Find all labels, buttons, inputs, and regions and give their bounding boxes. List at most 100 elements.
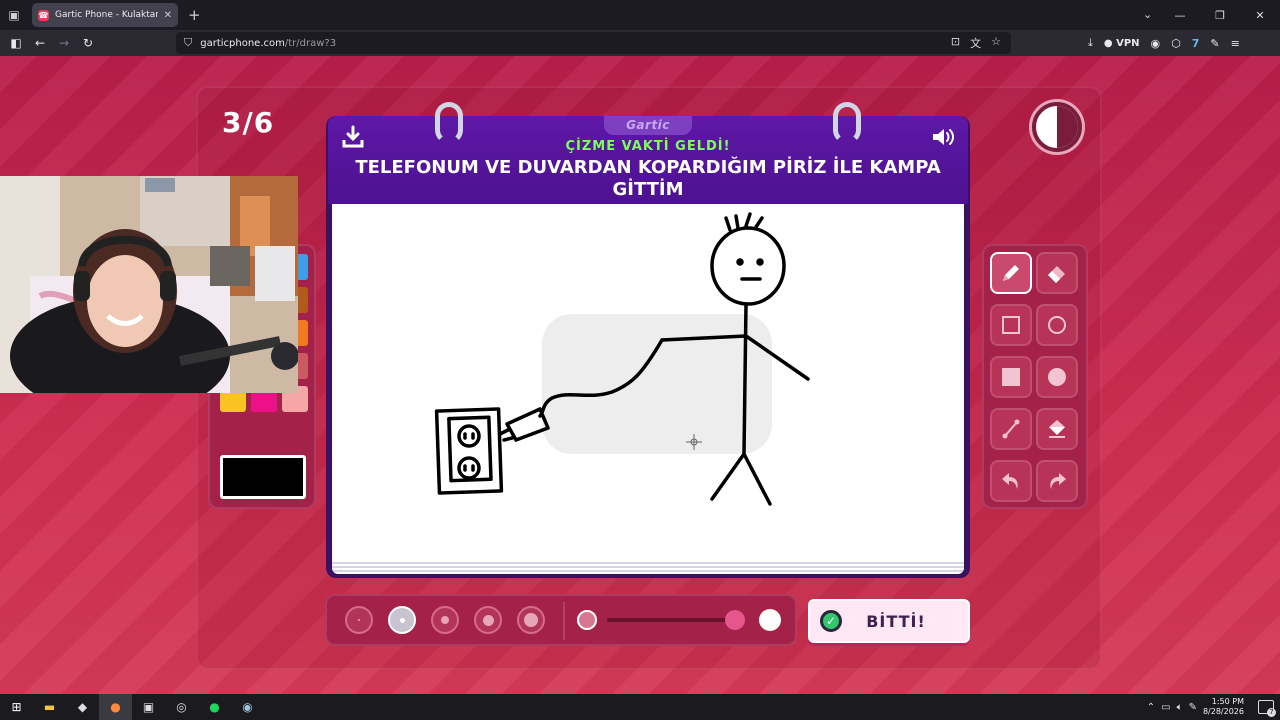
notification-badge: 7 [1267,708,1276,717]
vpn-button[interactable]: ● VPN [1104,38,1140,49]
brush-size-button[interactable] [517,606,545,634]
notebook-ring-right [833,102,861,144]
windows-start-icon[interactable]: ⊞ [0,694,33,720]
chevron-down-icon[interactable]: ⌄ [1143,8,1152,21]
file-explorer-icon[interactable]: ▬ [33,694,66,720]
opacity-slider-handle[interactable] [724,610,745,630]
chevron-up-icon[interactable]: ⌃ [1147,702,1155,713]
browser-tab-bar: ▣ ☎ Gartic Phone - Kulaktan Kulağa ✕ + ⌄… [0,0,1280,30]
drawing [434,212,810,506]
menu-icon[interactable]: ≡ [1231,37,1240,50]
shield-icon[interactable]: ⛉ [184,36,192,50]
redo-icon [1050,473,1066,489]
redo-tool[interactable] [1036,460,1078,502]
eraser-tool[interactable] [1036,252,1078,294]
paint-bucket-icon [1049,420,1065,438]
pen-extension-icon[interactable]: ✎ [1210,37,1219,50]
clock[interactable]: 1:50 PM 8/28/2026 [1203,697,1244,717]
notebook-page-edge [332,560,964,574]
brush-controls [325,594,797,646]
pen-icon[interactable]: ✎ [1189,702,1197,713]
windows-taskbar: ⊞ ▬ ◆ ● ▣ ◎ ● ◉ ⌃ ▭ 🔈︎ ✎ 1:50 PM 8/28/20… [0,694,1280,720]
brush-size-button[interactable] [474,606,502,634]
window-controls: — ❐ ✕ [1160,0,1280,30]
reader-view-icon[interactable]: ⊡ [951,35,960,51]
drawing-prompt: TELEFONUM VE DUVARDAN KOPARDIĞIM PİRİZ İ… [355,157,941,200]
back-icon[interactable]: ← [28,36,52,50]
volume-icon[interactable]: 🔈︎ [1177,702,1183,713]
forward-icon[interactable]: → [52,36,76,50]
brush-size-button[interactable] [388,606,416,634]
spotify-icon[interactable]: ● [198,694,231,720]
url-bar[interactable]: ⛉ garticphone.com/tr/draw?3 ⊡ 文 ☆ [176,32,1011,54]
pencil-icon [1003,265,1019,281]
fill-bucket-tool[interactable] [1036,408,1078,450]
selected-color [220,455,306,499]
network-icon[interactable]: ▭ [1161,702,1170,713]
circle-outline-icon [1048,316,1066,334]
line-icon [1002,419,1020,439]
ellipse-outline-tool[interactable] [1036,304,1078,346]
eraser-icon [1048,266,1065,283]
notebook-header: Gartic ÇİZME VAKTİ GELDİ! TELEFONUM VE D… [328,102,968,204]
minimize-icon[interactable]: — [1160,9,1200,22]
done-button[interactable]: ✓ BİTTİ! [808,599,970,643]
pencil-tool[interactable] [990,252,1032,294]
app-icon[interactable]: ◆ [66,694,99,720]
sound-icon[interactable] [930,124,956,150]
round-counter: 3/6 [222,106,275,139]
brush-size-dot [482,614,494,626]
gartic-favicon-icon: ☎ [38,9,49,21]
notification-icon[interactable]: 7 [1258,700,1276,717]
extension-icon[interactable]: 7 [1192,37,1200,50]
opacity-slider[interactable] [607,618,737,622]
gartic-logo-tab: Gartic [604,116,692,135]
rectangle-filled-tool[interactable] [990,356,1032,398]
translate-icon[interactable]: 文 [970,35,981,51]
media-app-icon[interactable]: ▣ [132,694,165,720]
check-icon: ✓ [820,610,842,632]
clock-date: 8/28/2026 [1202,707,1244,716]
url-text[interactable]: garticphone.com/tr/draw?3 [200,38,336,49]
done-button-label: BİTTİ! [866,611,926,631]
line-tool[interactable] [990,408,1032,450]
brush-size-button[interactable] [431,606,459,634]
game-page: 3/6 Gartic ÇİZME VAKTİ GELDİ! TELEFONUM … [0,56,1280,694]
undo-tool[interactable] [990,460,1032,502]
downloads-icon[interactable]: ⤓ [1088,36,1093,50]
draw-time-subtitle: ÇİZME VAKTİ GELDİ! [565,139,731,154]
webcam-overlay [0,176,298,393]
restore-icon[interactable]: ❐ [1200,9,1240,22]
brush-size-dot [399,617,405,623]
drawing-canvas[interactable] [332,204,964,560]
brush-size-dot [441,616,449,624]
clock-time: 1:50 PM [1211,697,1244,706]
reload-icon[interactable]: ↻ [76,36,100,50]
square-filled-icon [1002,368,1020,386]
new-tab-icon[interactable]: + [188,6,201,24]
url-actions: ⊡ 文 ☆ [951,35,1001,51]
steam-icon[interactable]: ◉ [231,694,264,720]
bookmark-star-icon[interactable]: ☆ [991,35,1001,51]
obs-icon[interactable]: ◎ [165,694,198,720]
circle-filled-icon [1048,368,1066,386]
divider [563,602,565,640]
undo-icon [1002,473,1018,489]
opacity-min-indicator [577,610,597,630]
timer-icon [1032,102,1082,152]
extensions-icon[interactable]: ⬡ [1171,37,1181,50]
square-outline-icon [1002,316,1020,334]
rectangle-outline-tool[interactable] [990,304,1032,346]
brush-size-dot [358,619,360,621]
toolbar-right: ⤓ ● VPN ◉ ⬡ 7 ✎ ≡ [1088,30,1240,56]
brush-size-button[interactable] [345,606,373,634]
account-icon[interactable]: ◉ [1151,37,1161,50]
tab-close-icon[interactable]: ✕ [164,10,172,21]
ellipse-filled-tool[interactable] [1036,356,1078,398]
close-window-icon[interactable]: ✕ [1240,9,1280,22]
sidebar-icon[interactable]: ◧ [4,36,28,50]
firefox-icon[interactable]: ● [99,694,132,720]
tab-list-icon[interactable]: ▣ [0,0,28,30]
download-icon[interactable] [340,124,366,150]
browser-tab[interactable]: ☎ Gartic Phone - Kulaktan Kulağa ✕ [32,3,178,27]
